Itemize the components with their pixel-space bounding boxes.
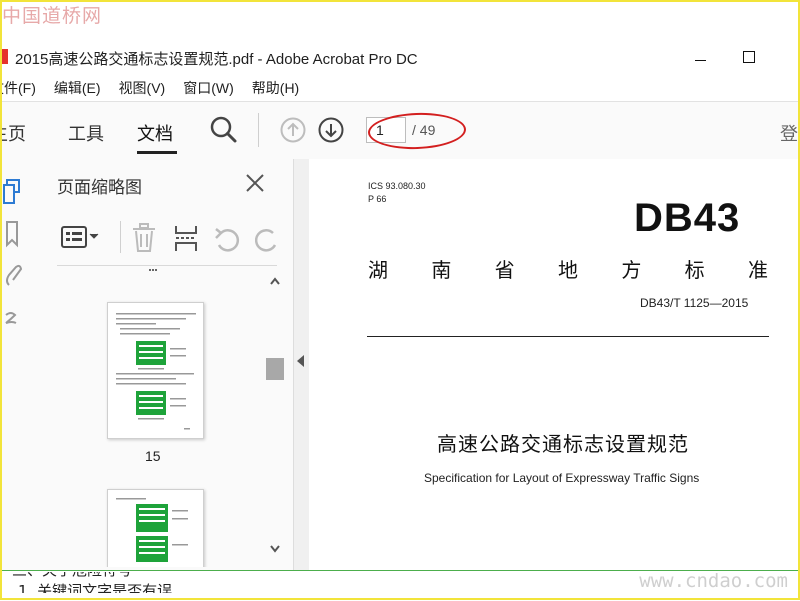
article-text-line: 1. 关键词文字是否有误: [18, 582, 173, 600]
thumbnail-page-16-content: [116, 498, 188, 562]
rotate-right-icon[interactable]: [254, 225, 277, 257]
pdf-file-icon: [0, 49, 8, 64]
active-tab-indicator: [137, 151, 177, 154]
menu-file[interactable]: 文件(F): [0, 78, 36, 100]
search-icon[interactable]: [209, 115, 239, 149]
standard-char: 准: [747, 258, 768, 282]
next-page-icon[interactable]: [318, 117, 344, 147]
classification-code: P 66: [368, 194, 387, 204]
bookmarks-icon[interactable]: [3, 219, 23, 253]
minimize-button[interactable]: [685, 44, 715, 70]
tab-tools[interactable]: 工具: [68, 120, 104, 146]
standard-char: 方: [621, 258, 642, 282]
menu-help[interactable]: 帮助(H): [252, 78, 299, 100]
thumbnail-page-16[interactable]: [107, 489, 204, 567]
menu-bar: 文件(F) 编辑(E) 视图(V) 窗口(W) 帮助(H): [0, 78, 317, 100]
attachments-icon[interactable]: [3, 261, 23, 295]
watermark-bottom: www.cndao.com: [639, 570, 788, 592]
watermark-top: 中国道桥网: [2, 5, 103, 27]
menu-edit[interactable]: 编辑(E): [54, 78, 101, 100]
page-thumbnails-icon[interactable]: [3, 177, 23, 211]
thumbnail-scrollbar[interactable]: [264, 270, 286, 562]
scrollbar-thumb[interactable]: [266, 358, 284, 380]
rotate-left-icon[interactable]: [213, 225, 241, 257]
header-rule: [367, 336, 769, 337]
thumbnail-page-15-content: [116, 313, 196, 430]
maximize-icon: [743, 51, 755, 63]
thumbnail-page-number: 15: [145, 448, 161, 464]
sign-in-link[interactable]: 登: [780, 120, 798, 146]
scroll-down-arrow: [270, 545, 280, 553]
previous-thumb-edge: [149, 269, 157, 273]
panel-title: 页面缩略图: [57, 178, 142, 198]
collapse-panel-icon[interactable]: [297, 355, 304, 367]
standard-number: DB43/T 1125—2015: [640, 296, 749, 310]
previous-page-icon[interactable]: [280, 117, 306, 147]
standard-prefix: DB43: [634, 196, 741, 240]
ics-code: ICS 93.080.30: [368, 181, 426, 191]
scroll-up-arrow: [270, 277, 280, 285]
page-thumbnails-panel: 页面缩略图 15: [27, 159, 293, 571]
options-menu-icon[interactable]: [60, 223, 100, 255]
menu-window[interactable]: 窗口(W): [183, 78, 234, 100]
maximize-button[interactable]: [734, 44, 764, 70]
window-title: 2015高速公路交通标志设置规范.pdf - Adobe Acrobat Pro…: [15, 51, 418, 68]
tab-home[interactable]: 主页: [0, 120, 26, 146]
thumbnail-page-15[interactable]: [107, 302, 204, 439]
panel-toolbar-divider: [120, 221, 121, 253]
standard-type: 湖 南 省 地 方 标 准: [368, 254, 768, 283]
document-title-chinese: 高速公路交通标志设置规范: [437, 432, 689, 456]
standard-char: 南: [431, 258, 452, 282]
toolbar-divider: [258, 113, 259, 147]
standard-char: 地: [557, 258, 578, 282]
extract-page-icon[interactable]: [173, 223, 199, 257]
minimize-icon: [694, 59, 706, 61]
left-rail: [0, 159, 28, 571]
standard-char: 湖: [368, 258, 388, 282]
trash-icon[interactable]: [131, 223, 157, 257]
signatures-icon[interactable]: [3, 305, 23, 339]
close-icon[interactable]: [244, 172, 266, 198]
panel-toolbar: [27, 211, 293, 265]
tab-document[interactable]: 文档: [137, 120, 173, 146]
panel-divider: [57, 265, 277, 266]
document-title-english: Specification for Layout of Expressway T…: [424, 471, 700, 485]
standard-char: 省: [494, 258, 515, 282]
thumbnail-list[interactable]: 15: [57, 267, 287, 567]
menu-view[interactable]: 视图(V): [119, 78, 166, 100]
standard-char: 标: [684, 258, 705, 282]
